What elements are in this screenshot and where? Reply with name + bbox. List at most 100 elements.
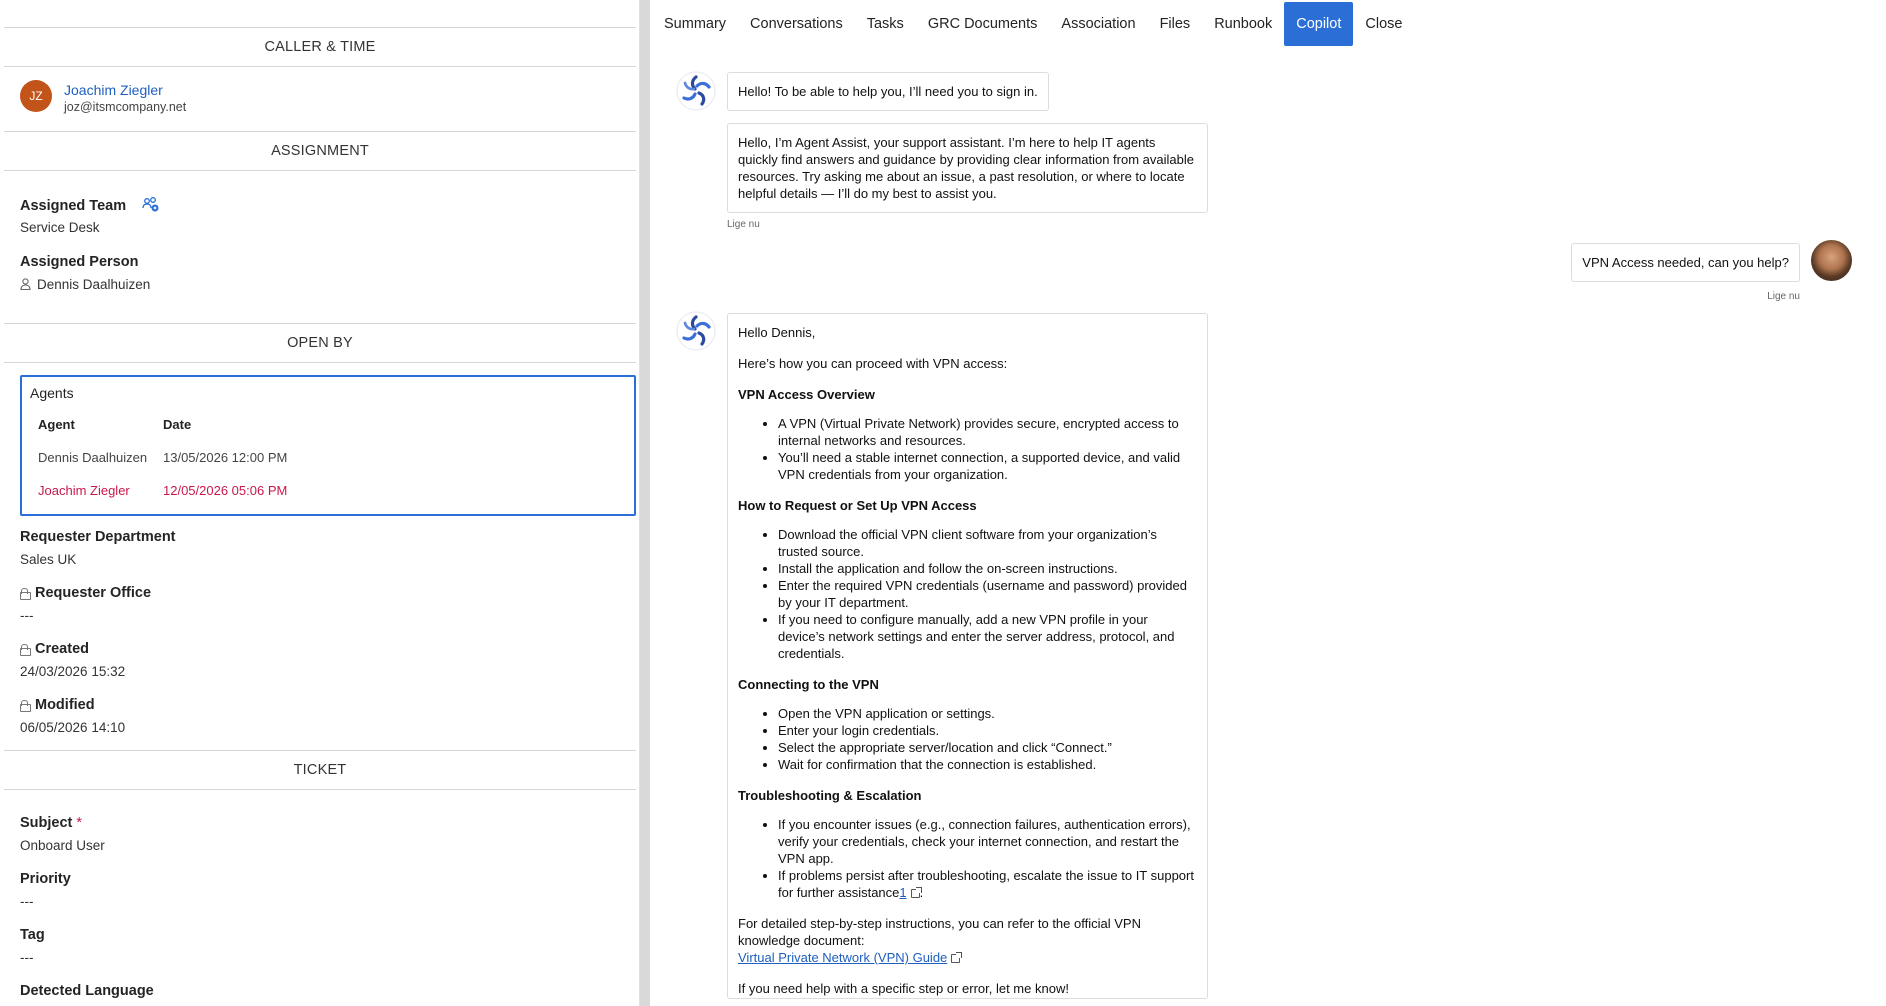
- copilot-bot-icon: [676, 71, 716, 111]
- user-message: VPN Access needed, can you help?: [1571, 243, 1800, 282]
- lock-icon: [20, 644, 31, 656]
- list-item: If problems persist after troubleshootin…: [778, 867, 1197, 901]
- tab-bar: Summary Conversations Tasks GRC Document…: [650, 0, 1414, 48]
- person-icon: [20, 278, 31, 291]
- agent-name: Joachim Ziegler: [38, 483, 130, 498]
- tab-tasks[interactable]: Tasks: [855, 0, 916, 48]
- assigned-team-value: Service Desk: [20, 220, 100, 235]
- assigned-person-name: Dennis Daalhuizen: [37, 277, 151, 292]
- vpn-guide-link[interactable]: Virtual Private Network (VPN) Guide: [738, 950, 947, 965]
- bot-message-signin: Hello! To be able to help you, I’ll need…: [727, 72, 1049, 111]
- assigned-person-value: Dennis Daalhuizen: [20, 277, 150, 292]
- list-item: Download the official VPN client softwar…: [778, 526, 1197, 560]
- ticket-details-panel: CALLER & TIME JZ Joachim Ziegler joz@its…: [0, 0, 640, 1006]
- modified-label-text: Modified: [35, 697, 95, 713]
- list-item: Enter your login credentials.: [778, 722, 1197, 739]
- resp-list: Download the official VPN client softwar…: [738, 526, 1197, 662]
- tab-summary[interactable]: Summary: [652, 0, 738, 48]
- list-item: Open the VPN application or settings.: [778, 705, 1197, 722]
- subject-label: Subject *: [20, 815, 82, 831]
- list-item: You’ll need a stable internet connection…: [778, 449, 1197, 483]
- timestamp: Lige nu: [727, 219, 760, 230]
- team-icon[interactable]: [142, 196, 160, 212]
- subject-label-text: Subject: [20, 815, 73, 831]
- list-item: Enter the required VPN credentials (user…: [778, 577, 1197, 611]
- caller-initials: JZ: [29, 89, 43, 103]
- section-caller-time: CALLER & TIME: [4, 27, 636, 67]
- tab-runbook[interactable]: Runbook: [1202, 0, 1284, 48]
- list-item-text: If problems persist after troubleshootin…: [778, 868, 1194, 900]
- tab-close[interactable]: Close: [1353, 0, 1414, 48]
- tab-conversations[interactable]: Conversations: [738, 0, 855, 48]
- tag-value[interactable]: ---: [20, 950, 34, 965]
- requester-department-value: Sales UK: [20, 552, 77, 567]
- external-link-icon[interactable]: [910, 887, 922, 898]
- priority-value[interactable]: ---: [20, 894, 34, 909]
- agents-col-agent: Agent: [38, 417, 75, 432]
- resp-greeting: Hello Dennis,: [738, 325, 816, 340]
- agents-title: Agents: [30, 385, 74, 401]
- agent-date: 13/05/2026 12:00 PM: [163, 450, 288, 465]
- tab-copilot[interactable]: Copilot: [1284, 2, 1354, 46]
- resp-list: Open the VPN application or settings. En…: [738, 705, 1197, 773]
- resp-heading: Connecting to the VPN: [738, 677, 879, 692]
- user-avatar: [1811, 240, 1852, 281]
- lock-icon: [20, 588, 31, 600]
- external-link-icon[interactable]: [951, 952, 963, 963]
- requester-department-label: Requester Department: [20, 529, 176, 545]
- list-item: Select the appropriate server/location a…: [778, 739, 1197, 756]
- bot-message-intro: Hello, I’m Agent Assist, your support as…: [727, 123, 1208, 213]
- tag-label: Tag: [20, 927, 45, 943]
- panel-splitter[interactable]: [640, 0, 650, 1006]
- tab-association[interactable]: Association: [1049, 0, 1147, 48]
- resp-heading: Troubleshooting & Escalation: [738, 788, 922, 803]
- copilot-bot-icon: [676, 311, 716, 351]
- table-row[interactable]: Dennis Daalhuizen 13/05/2026 12:00 PM: [38, 450, 628, 470]
- modified-value: 06/05/2026 14:10: [20, 720, 126, 735]
- requester-office-label: Requester Office: [20, 585, 151, 601]
- agent-date: 12/05/2026 05:06 PM: [163, 483, 288, 498]
- required-marker: *: [76, 815, 83, 831]
- resp-list: A VPN (Virtual Private Network) provides…: [738, 415, 1197, 483]
- citation-link[interactable]: 1: [899, 885, 906, 900]
- created-value: 24/03/2026 15:32: [20, 664, 126, 679]
- detected-language-label: Detected Language: [20, 983, 154, 999]
- tab-grc-documents[interactable]: GRC Documents: [916, 0, 1050, 48]
- caller-avatar: JZ: [20, 80, 52, 112]
- caller-email: joz@itsmcompany.net: [64, 100, 187, 114]
- agents-box: Agents Agent Date Dennis Daalhuizen 13/0…: [20, 375, 636, 516]
- created-label-text: Created: [35, 641, 89, 657]
- created-label: Created: [20, 641, 89, 657]
- section-open-by: OPEN BY: [4, 323, 636, 363]
- agent-name: Dennis Daalhuizen: [38, 450, 148, 465]
- list-item: A VPN (Virtual Private Network) provides…: [778, 415, 1197, 449]
- bot-response-vpn: Hello Dennis, Here’s how you can proceed…: [727, 313, 1208, 999]
- assigned-team-label: Assigned Team: [20, 196, 160, 214]
- tab-files[interactable]: Files: [1148, 0, 1203, 48]
- list-item: If you need to configure manually, add a…: [778, 611, 1197, 662]
- resp-heading: How to Request or Set Up VPN Access: [738, 498, 977, 513]
- list-item: Install the application and follow the o…: [778, 560, 1197, 577]
- list-item: If you encounter issues (e.g., connectio…: [778, 816, 1197, 867]
- section-assignment: ASSIGNMENT: [4, 131, 636, 171]
- subject-value[interactable]: Onboard User: [20, 838, 105, 853]
- resp-heading: VPN Access Overview: [738, 387, 875, 402]
- resp-list: If you encounter issues (e.g., connectio…: [738, 816, 1197, 901]
- resp-intro: Here’s how you can proceed with VPN acce…: [738, 356, 1008, 371]
- copilot-panel: Summary Conversations Tasks GRC Document…: [650, 0, 1886, 1006]
- resp-closing: If you need help with a specific step or…: [738, 981, 1069, 996]
- resp-detail: For detailed step-by-step instructions, …: [738, 915, 1197, 966]
- assigned-person-label: Assigned Person: [20, 254, 139, 270]
- caller-name-link[interactable]: Joachim Ziegler: [64, 82, 163, 98]
- priority-label: Priority: [20, 871, 71, 887]
- timestamp: Lige nu: [1767, 291, 1800, 302]
- list-item: Wait for confirmation that the connectio…: [778, 756, 1197, 773]
- assigned-team-label-text: Assigned Team: [20, 198, 127, 214]
- requester-office-value: ---: [20, 608, 34, 623]
- resp-detail-text: For detailed step-by-step instructions, …: [738, 916, 1141, 948]
- modified-label: Modified: [20, 697, 95, 713]
- lock-icon: [20, 700, 31, 712]
- table-row[interactable]: Joachim Ziegler 12/05/2026 05:06 PM: [38, 483, 628, 503]
- agents-col-date: Date: [163, 417, 192, 432]
- section-ticket: TICKET: [4, 750, 636, 790]
